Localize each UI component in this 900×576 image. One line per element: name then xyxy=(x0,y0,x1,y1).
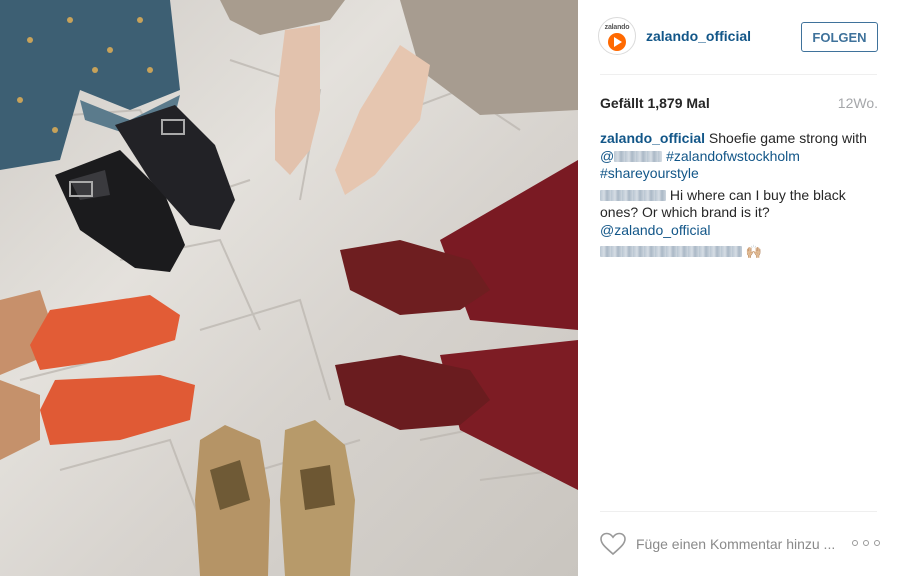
comment-2-emoji: 🙌🏼 xyxy=(745,245,763,260)
zalando-logo-icon xyxy=(608,33,626,51)
mention-prefix: @ xyxy=(600,147,615,164)
dot xyxy=(874,540,880,546)
avatar[interactable]: zalando xyxy=(598,17,636,55)
comment-input[interactable] xyxy=(636,533,834,555)
redacted-username xyxy=(614,150,663,162)
dot xyxy=(852,540,858,546)
dot xyxy=(863,540,869,546)
comments-list: zalando_official Shoefie game strong wit… xyxy=(600,130,882,266)
post-header: zalando zalando_official FOLGEN xyxy=(578,0,900,74)
black-monk-shoes xyxy=(55,105,235,272)
instagram-post: zalando zalando_official FOLGEN Gefällt … xyxy=(0,0,900,576)
post-time[interactable]: 12Wo. xyxy=(838,95,878,111)
post-photo[interactable] xyxy=(0,0,578,576)
caption-text: Shoefie game strong with xyxy=(708,130,867,146)
orange-sneakers xyxy=(0,290,195,460)
hashtag-shareyourstyle[interactable]: #shareyourstyle xyxy=(600,165,699,181)
hashtag-zalandofwstockholm[interactable]: #zalandofwstockholm xyxy=(666,148,800,164)
post-footer xyxy=(578,511,900,576)
post-side-panel: zalando zalando_official FOLGEN Gefällt … xyxy=(578,0,900,576)
comment-1: Hi where can I buy the black ones? Or wh… xyxy=(600,187,882,240)
follow-button[interactable]: FOLGEN xyxy=(801,22,878,52)
caption: zalando_official Shoefie game strong wit… xyxy=(600,130,882,183)
avatar-brand-text: zalando xyxy=(604,24,630,31)
camo-loafers xyxy=(195,420,355,576)
header-divider xyxy=(600,74,877,75)
likes-count[interactable]: Gefällt 1,879 Mal xyxy=(600,95,710,111)
shoes-photo xyxy=(0,0,578,576)
caption-username[interactable]: zalando_official xyxy=(600,130,705,146)
caption-mention[interactable]: @ xyxy=(600,147,663,164)
heart-outline-icon[interactable] xyxy=(600,532,626,556)
username-link[interactable]: zalando_official xyxy=(646,28,751,44)
burgundy-slip-ons xyxy=(335,160,578,490)
comment-1-mention[interactable]: @zalando_official xyxy=(600,222,710,238)
more-options-icon[interactable] xyxy=(852,533,880,553)
comment-2: 🙌🏼 xyxy=(600,243,882,262)
redacted-comment-username[interactable] xyxy=(600,189,666,201)
redacted-comment-username-2[interactable] xyxy=(600,246,742,257)
trousers-and-heels xyxy=(220,0,578,195)
